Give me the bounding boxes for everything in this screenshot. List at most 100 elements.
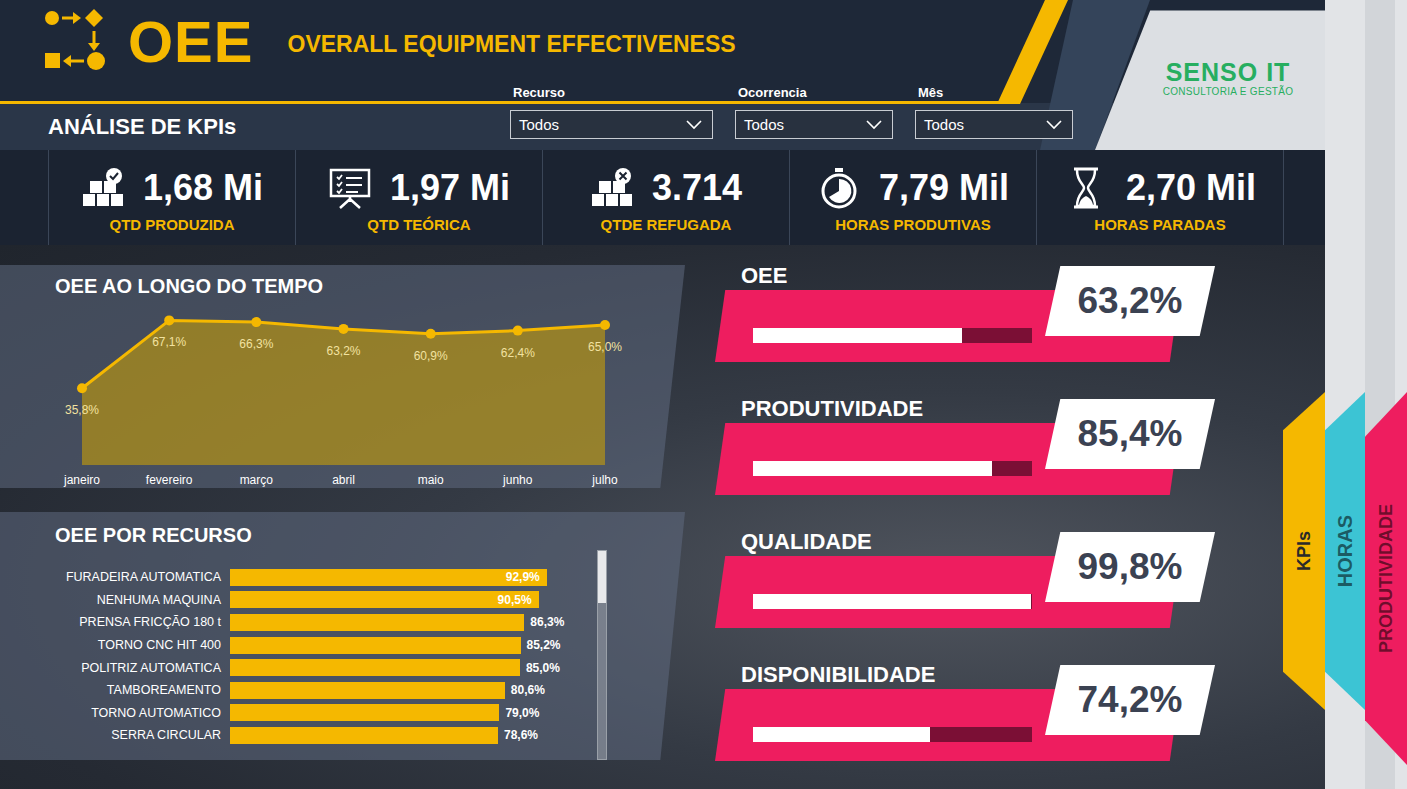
kpi-gauges: OEE63,2%PRODUTIVIDADE85,4%QUALIDADE99,8%… [715, 245, 1235, 789]
kpi-value: 2,70 Mil [1126, 167, 1256, 209]
process-flow-icon [44, 8, 112, 76]
header: OEEOVERALL EQUIPMENT EFFECTIVENESSANÁLIS… [0, 0, 1325, 150]
filter-dropdown[interactable]: Todos [735, 110, 893, 139]
hourglass-icon [1064, 166, 1108, 210]
bar-cell: 85,0% [230, 659, 590, 676]
bar-row[interactable]: TAMBOREAMENTO80,6% [0, 679, 590, 702]
bar-chart-title: OEE POR RECURSO [0, 512, 685, 550]
chevron-down-icon [866, 120, 882, 130]
scrollbar[interactable] [597, 550, 607, 760]
line-chart-value-label: 35,8% [65, 403, 99, 417]
bar-row[interactable]: TORNO AUTOMATICO79,0% [0, 702, 590, 725]
page-tab-label[interactable]: KPIs [1294, 531, 1315, 571]
kpi-label: HORAS PARADAS [1094, 216, 1225, 234]
content: OEE AO LONGO DO TEMPO35,8%67,1%66,3%63,2… [0, 245, 1325, 789]
line-chart-category: janeiro [63, 473, 100, 487]
bar-value: 86,3% [530, 615, 564, 629]
process-flow-icon [44, 8, 112, 76]
bar-name: SERRA CIRCULAR [0, 728, 230, 742]
kpi-card-row: 2,70 Mil [1064, 166, 1256, 210]
kpi-card: 3.714 QTDE REFUGADA [542, 150, 789, 245]
filter-value[interactable]: Todos [744, 116, 784, 133]
kpi-label: QTD PRODUZIDA [110, 216, 235, 234]
chevron-down-icon [1046, 120, 1062, 130]
line-chart-value-label: 66,3% [239, 337, 273, 351]
gauge: QUALIDADE99,8% [715, 529, 1235, 662]
line-chart-area [82, 320, 605, 465]
line-chart-value-label: 60,9% [414, 349, 448, 363]
bar-cell: 90,5% [230, 591, 590, 608]
page-tab-label[interactable]: HORAS [1334, 515, 1357, 587]
line-chart-value-label: 63,2% [326, 344, 360, 358]
bar-value: 92,9% [506, 570, 547, 584]
bar-name: POLITRIZ AUTOMATICA [0, 661, 230, 675]
kpi-value: 1,68 Mi [143, 167, 263, 209]
dashboard: OEEOVERALL EQUIPMENT EFFECTIVENESSANÁLIS… [0, 0, 1407, 789]
filters: RecursoTodos Ocorrencia Todos Mês Todos [510, 84, 1095, 150]
chevron-down-icon [1046, 120, 1062, 130]
bar-name: TORNO CNC HIT 400 [0, 638, 230, 652]
gauge-track [753, 328, 1032, 343]
filter-value[interactable]: Todos [519, 116, 559, 133]
bar-name: FURADEIRA AUTOMATICA [0, 570, 230, 584]
kpi-card: 7,79 MilHORAS PRODUTIVAS [789, 150, 1036, 245]
kpi-value: 3.714 [652, 167, 742, 209]
line-chart-category: junho [502, 473, 533, 487]
scrollbar-thumb[interactable] [598, 551, 606, 603]
filter-dropdown[interactable]: Todos [510, 110, 713, 139]
bar-value: 85,2% [527, 638, 561, 652]
bar-row[interactable]: FURADEIRA AUTOMATICA 92,9% [0, 566, 590, 589]
bar-row[interactable]: TORNO CNC HIT 400 85,2% [0, 634, 590, 657]
gauge-track [753, 594, 1032, 609]
bar [230, 614, 524, 631]
gauge-value: 63,2% [1078, 280, 1183, 322]
filter-value[interactable]: Todos [924, 116, 964, 133]
bar-row[interactable]: POLITRIZ AUTOMATICA 85,0% [0, 656, 590, 679]
kpi-label: QTD TEÓRICA [367, 216, 470, 234]
chevron-down-icon [686, 120, 702, 130]
kpi-cards: 1,68 MiQTD PRODUZIDA1,97 MiQTD TEÓRICA3.… [0, 150, 1325, 245]
hourglass-icon [1064, 166, 1108, 210]
filter-dropdown[interactable]: Todos [915, 110, 1073, 139]
app-subtitle: OVERALL EQUIPMENT EFFECTIVENESS [288, 27, 736, 58]
title-row: OEEOVERALL EQUIPMENT EFFECTIVENESS [0, 0, 1095, 84]
line-chart-title: OEE AO LONGO DO TEMPO [0, 265, 685, 305]
gauge: OEE63,2% [715, 263, 1235, 396]
gauge-fill [753, 727, 930, 742]
filter: RecursoTodos [510, 86, 713, 150]
bar [230, 682, 505, 699]
gauge-value: 99,8% [1078, 546, 1183, 588]
boxes-reject-icon [590, 166, 634, 210]
line-chart-point [339, 324, 349, 334]
kpi-label: QTDE REFUGADA [601, 216, 732, 234]
bar-row[interactable]: NENHUMA MAQUINA90,5% [0, 589, 590, 612]
line-chart: 35,8%67,1%66,3%63,2%60,9%62,4%65,0%janei… [0, 305, 685, 488]
chevron-down-icon [686, 120, 702, 130]
section-title: ANÁLISE DE KPIs [0, 84, 510, 150]
bar-value: 85,0% [526, 661, 560, 675]
bar-cell: 85,2% [230, 637, 590, 654]
brand-tagline: CONSULTORIA E GESTÃO [1163, 86, 1294, 98]
filter-label: Ocorrencia [735, 86, 893, 100]
bar-cell: 92,9% [230, 569, 590, 586]
gauge-value: 74,2% [1078, 679, 1183, 721]
gauge-track [753, 727, 1032, 742]
bar [230, 637, 521, 654]
bar-row[interactable]: PRENSA FRICÇÃO 180 t86,3% [0, 611, 590, 634]
kpi-card: 1,97 MiQTD TEÓRICA [295, 150, 542, 245]
line-chart-value-label: 65,0% [588, 340, 622, 354]
kpi-card-row: 7,79 Mil [817, 166, 1009, 210]
page-tab[interactable]: HORAS [1325, 392, 1365, 710]
line-chart-point [600, 320, 610, 330]
kpi-value: 7,79 Mil [879, 167, 1009, 209]
gauge-value: 85,4% [1078, 413, 1183, 455]
page-tab-label[interactable]: PRODUTIVIDADE [1376, 504, 1397, 653]
line-chart-category: julho [591, 473, 618, 487]
page-tab[interactable]: KPIs [1283, 392, 1325, 710]
bar-row[interactable]: SERRA CIRCULAR78,6% [0, 724, 590, 747]
bar-value: 79,0% [505, 706, 539, 720]
bar [230, 727, 498, 744]
page-tab[interactable]: PRODUTIVIDADE [1365, 392, 1407, 765]
kpi-card-row: 1,68 Mi [81, 166, 263, 210]
filter-label: Mês [915, 86, 1073, 100]
